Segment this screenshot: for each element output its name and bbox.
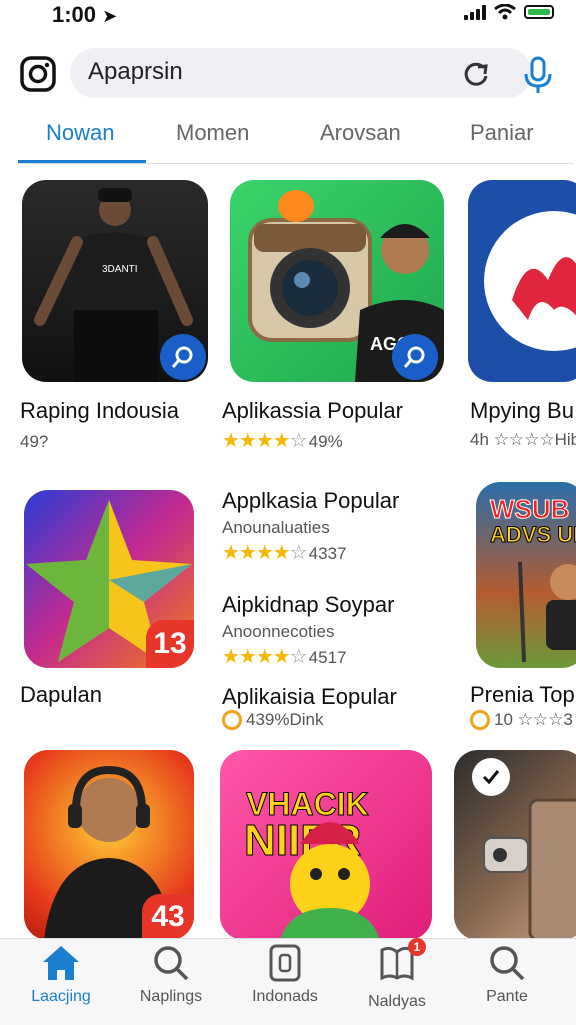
search-icon[interactable] — [160, 334, 206, 380]
badge-count: 43 — [142, 894, 194, 940]
rating-value: 49% — [308, 432, 343, 451]
refresh-icon[interactable] — [460, 58, 492, 90]
list-app-meta: 439%Dink — [222, 710, 324, 730]
tab-nowan[interactable]: Nowan — [46, 120, 114, 146]
game-subtitle: ADVS UK — [489, 522, 576, 548]
tab-momen[interactable]: Momen — [176, 120, 249, 146]
music-logo-icon — [484, 211, 576, 351]
app-tile-music-person[interactable]: 43 — [24, 750, 194, 940]
status-time: 1:00 ➤ — [52, 2, 118, 27]
nav-label: Naplings — [139, 988, 203, 1005]
app-name: Mpying Bu — [470, 398, 574, 423]
list-app-name[interactable]: Applkasia Popular — [222, 488, 399, 514]
coin-icon — [222, 710, 242, 730]
svg-text:3DANTI: 3DANTI — [102, 264, 138, 275]
microphone-icon[interactable] — [520, 56, 556, 94]
app-tile-aplikassia[interactable]: AGC — [230, 180, 444, 382]
tab-arovsan[interactable]: Arovsan — [320, 120, 401, 146]
rating-value: 4337 — [308, 544, 347, 563]
list-app-name[interactable]: Aipkidnap Soypar — [222, 592, 394, 618]
search-icon[interactable] — [392, 334, 438, 380]
nav-item-laacjing[interactable]: Laacjing — [6, 944, 116, 1006]
status-icons — [464, 4, 554, 20]
nav-label: Naldyas — [368, 993, 426, 1010]
nav-item-indonads[interactable]: Indonads — [230, 944, 340, 1006]
signal-icon — [464, 4, 486, 20]
app-name: Prenia Top — [470, 682, 575, 707]
nav-item-pante[interactable]: Pante — [452, 944, 562, 1006]
app-tile-vhacik[interactable]: VHACIK NIIER — [220, 750, 432, 940]
wifi-icon — [494, 4, 516, 20]
nav-label: Pante — [486, 988, 528, 1005]
nav-label: Laacjing — [31, 988, 91, 1005]
app-name: Raping Indousia — [20, 398, 180, 423]
list-app-subtitle: Anoonnecoties — [222, 622, 335, 641]
app-tile-mpying[interactable] — [468, 180, 576, 382]
app-meta: 49? — [20, 432, 49, 451]
app-tile-raping[interactable]: 3DANTI — [22, 180, 208, 382]
battery-icon — [524, 5, 554, 19]
smartphone-image — [483, 798, 576, 940]
cartoon-character-image — [280, 822, 380, 940]
app-meta: 10 ☆☆☆3 — [470, 710, 573, 730]
badge-count: 13 — [146, 620, 194, 668]
active-tab-indicator — [18, 160, 146, 163]
app-tile-dapulan[interactable]: 13 — [24, 490, 194, 668]
notification-badge: 1 — [408, 938, 426, 956]
game-title: WSUB — [489, 494, 570, 525]
rating-stars: ★★★★☆ 4337 — [222, 542, 347, 564]
phone-icon — [269, 944, 301, 982]
nav-item-naldyas[interactable]: 1 Naldyas — [342, 938, 452, 1011]
app-tile-prenia[interactable]: WSUB ADVS UK — [476, 482, 576, 668]
coin-icon — [470, 710, 490, 730]
tab-paniar[interactable]: Paniar — [470, 120, 534, 146]
list-app-name[interactable]: Aplikaisia Eopular — [222, 684, 397, 710]
nav-item-naplings[interactable]: Naplings — [116, 944, 226, 1006]
app-meta: 4h ☆☆☆☆Hib — [470, 430, 576, 449]
app-name: Dapulan — [20, 682, 102, 707]
search-input[interactable]: Apaprsin — [88, 58, 183, 86]
rating-stars: ★★★★☆ 49% — [222, 430, 343, 452]
search-icon — [490, 946, 525, 981]
game-character-image — [518, 561, 576, 663]
instagram-icon[interactable] — [20, 56, 56, 92]
rating-stars: ★★★★☆ 4517 — [222, 646, 347, 668]
list-app-subtitle: Anounaluaties — [222, 518, 330, 537]
location-arrow-icon: ➤ — [102, 6, 118, 26]
search-icon — [154, 946, 189, 981]
app-tile-phone[interactable] — [454, 750, 576, 940]
rating-value: 4517 — [308, 648, 347, 667]
nav-label: Indonads — [252, 988, 318, 1005]
app-name: Aplikassia Popular — [222, 398, 403, 423]
home-icon — [43, 946, 79, 980]
tab-divider — [18, 163, 574, 164]
